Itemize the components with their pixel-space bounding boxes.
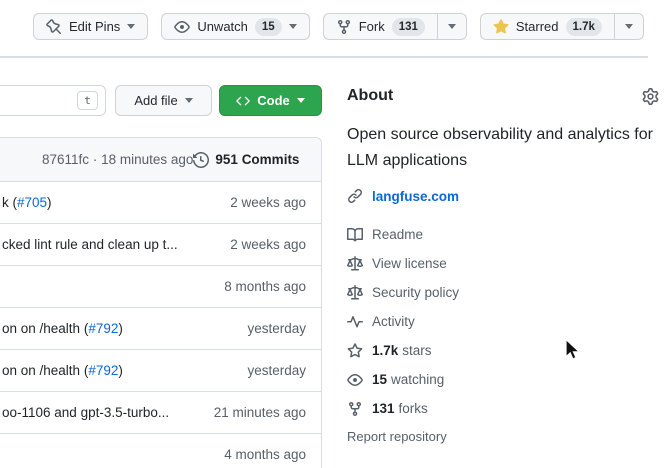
github-repo-page: Edit Pins Unwatch 15 Fork 131 Starred 1.… <box>0 0 666 468</box>
watching-link[interactable]: 15watching <box>347 365 659 394</box>
commit-message[interactable]: on on /health (#792) <box>2 321 123 336</box>
chevron-down-icon <box>625 24 633 29</box>
website-link[interactable]: langfuse.com <box>372 189 459 204</box>
commit-age: yesterday <box>247 321 306 336</box>
law-icon <box>347 256 363 272</box>
star-filled-icon <box>493 19 509 35</box>
commits-label: Commits <box>242 152 300 167</box>
commit-age: yesterday <box>247 363 306 378</box>
commit-age: 21 minutes ago <box>214 405 306 420</box>
fork-dropdown-button[interactable] <box>438 13 467 40</box>
gear-icon[interactable] <box>642 88 659 105</box>
table-row: cked lint rule and clean up t... 2 weeks… <box>0 224 321 266</box>
repo-forked-icon <box>336 19 352 35</box>
table-row: oo-1106 and gpt-3.5-turbo... 21 minutes … <box>0 392 321 434</box>
add-file-button[interactable]: Add file <box>115 85 212 116</box>
edit-pins-button[interactable]: Edit Pins <box>33 13 148 40</box>
commit-age: 2 weeks ago <box>230 195 306 210</box>
file-table: 87611fc · 18 minutes ago 951 Commits k (… <box>0 137 322 468</box>
latest-commit-bar: 87611fc · 18 minutes ago 951 Commits <box>0 137 322 182</box>
commit-history-link[interactable]: 951 Commits <box>193 152 299 168</box>
commit-separator: · <box>93 152 98 167</box>
repo-action-bar: Edit Pins Unwatch 15 Fork 131 Starred 1.… <box>33 13 644 40</box>
table-row: on on /health (#792) yesterday <box>0 308 321 350</box>
go-to-file-input[interactable]: t <box>0 85 106 116</box>
keyboard-shortcut-badge: t <box>77 91 98 110</box>
add-file-label: Add file <box>134 93 177 108</box>
fork-button-group: Fork 131 <box>323 13 467 40</box>
code-label: Code <box>257 93 290 108</box>
pin-icon <box>46 19 62 35</box>
book-icon <box>347 227 363 243</box>
code-button[interactable]: Code <box>219 85 322 116</box>
commit-message[interactable]: k (#705) <box>2 195 52 210</box>
latest-commit-meta[interactable]: 87611fc · 18 minutes ago <box>42 152 193 167</box>
issue-link[interactable]: #792 <box>88 321 118 336</box>
commit-message[interactable]: on on /health (#792) <box>2 363 123 378</box>
fork-count-badge: 131 <box>392 18 425 36</box>
chevron-down-icon <box>289 24 297 29</box>
forks-link[interactable]: 131forks <box>347 394 659 423</box>
fork-label: Fork <box>359 19 385 34</box>
chevron-down-icon <box>297 98 305 103</box>
report-repository-link[interactable]: Report repository <box>347 429 659 444</box>
unwatch-button[interactable]: Unwatch 15 <box>161 13 309 40</box>
about-sidebar: About Open source observability and anal… <box>347 85 659 444</box>
code-icon <box>236 94 250 108</box>
edit-pins-label: Edit Pins <box>69 19 120 34</box>
issue-link[interactable]: #792 <box>88 363 118 378</box>
table-row: 4 months ago <box>0 434 321 468</box>
repo-forked-icon <box>347 401 363 417</box>
commit-message[interactable]: cked lint rule and clean up t... <box>2 237 178 252</box>
commits-count: 951 <box>215 152 238 167</box>
commit-age: 8 months ago <box>224 279 306 294</box>
unwatch-label: Unwatch <box>197 19 248 34</box>
issue-link[interactable]: #705 <box>17 195 47 210</box>
star-icon <box>347 343 363 359</box>
commit-time: 18 minutes ago <box>101 152 193 167</box>
watch-count-badge: 15 <box>255 18 282 36</box>
starred-label: Starred <box>516 19 559 34</box>
about-title: About <box>347 87 393 105</box>
link-icon <box>347 188 363 204</box>
header-divider <box>0 56 648 58</box>
starred-button[interactable]: Starred 1.7k <box>480 13 615 40</box>
eye-icon <box>174 19 190 35</box>
commit-hash[interactable]: 87611fc <box>42 152 89 167</box>
readme-link[interactable]: Readme <box>347 220 659 249</box>
history-icon <box>193 152 209 168</box>
star-button-group: Starred 1.7k <box>480 13 644 40</box>
law-icon <box>347 285 363 301</box>
fork-button[interactable]: Fork 131 <box>323 13 438 40</box>
website-row: langfuse.com <box>347 186 659 206</box>
security-policy-link[interactable]: Security policy <box>347 278 659 307</box>
about-links: Readme View license Security policy Acti… <box>347 220 659 423</box>
file-rows: k (#705) 2 weeks ago cked lint rule and … <box>0 182 322 468</box>
eye-icon <box>347 372 363 388</box>
stars-link[interactable]: 1.7kstars <box>347 336 659 365</box>
chevron-down-icon <box>185 98 193 103</box>
chevron-down-icon <box>127 24 135 29</box>
table-row: on on /health (#792) yesterday <box>0 350 321 392</box>
commit-age: 2 weeks ago <box>230 237 306 252</box>
repo-description: Open source observability and analytics … <box>347 122 659 174</box>
commit-message[interactable]: oo-1106 and gpt-3.5-turbo... <box>2 405 169 420</box>
table-row: 8 months ago <box>0 266 321 308</box>
star-dropdown-button[interactable] <box>615 13 644 40</box>
activity-link[interactable]: Activity <box>347 307 659 336</box>
pulse-icon <box>347 314 363 330</box>
view-license-link[interactable]: View license <box>347 249 659 278</box>
commit-age: 4 months ago <box>224 447 306 462</box>
star-count-badge: 1.7k <box>566 18 602 36</box>
table-row: k (#705) 2 weeks ago <box>0 182 321 224</box>
chevron-down-icon <box>448 24 456 29</box>
